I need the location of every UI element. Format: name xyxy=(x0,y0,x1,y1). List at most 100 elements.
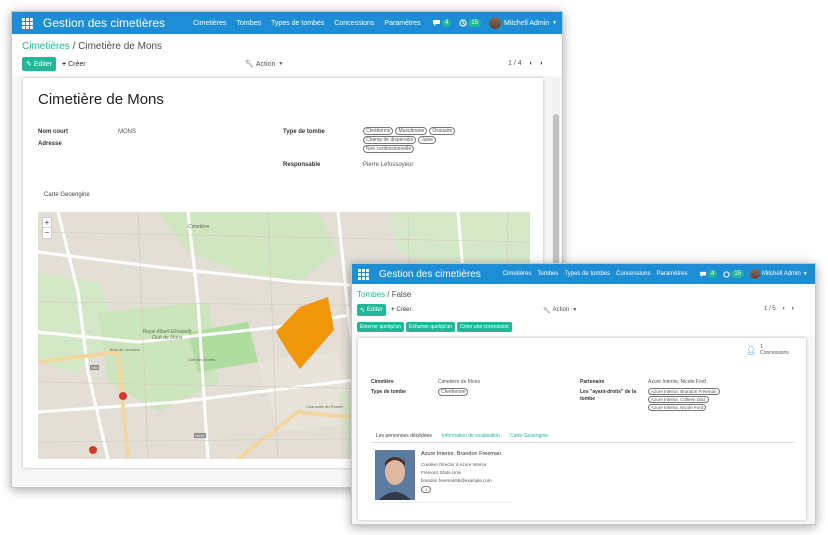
scrollbar-thumb[interactable] xyxy=(553,114,559,284)
menu-grave-types[interactable]: Types de tombes xyxy=(564,271,610,277)
action-dropdown[interactable]: 🔧︎ Action ▼ xyxy=(543,304,577,316)
app-title[interactable]: Gestion des cimetières xyxy=(379,269,481,280)
chat-count-badge: 4 xyxy=(442,19,452,27)
create-button-label: Créer xyxy=(396,307,412,313)
user-menu[interactable]: Mitchell Admin ▼ xyxy=(750,269,808,279)
cemetery-value[interactable]: Cimetière de Mons xyxy=(438,379,480,385)
apps-menu-icon[interactable] xyxy=(358,268,369,280)
breadcrumb-parent[interactable]: Cimetières xyxy=(22,41,70,52)
short-name-label: Nom court xyxy=(38,129,68,135)
rights-tag-nicole[interactable]: Azure Interior, Nicole Ford xyxy=(648,404,707,411)
chat-count-badge: 4 xyxy=(708,270,718,278)
manager-label: Responsable xyxy=(283,162,321,168)
create-button[interactable]: + Créer xyxy=(391,304,412,316)
tab-deceased-persons[interactable]: Les personnes décédées xyxy=(376,433,432,439)
pager-value[interactable]: 1 / 5 xyxy=(764,306,776,312)
grave-type-tag[interactable]: Chrétienne xyxy=(438,388,469,396)
manager-value[interactable]: Pierre Lefossoyeur xyxy=(363,162,413,168)
app-title[interactable]: Gestion des cimetières xyxy=(43,16,165,30)
partner-value[interactable]: Azure Interior, Nicole Ford xyxy=(648,379,706,385)
chat-icon[interactable]: 4 xyxy=(432,19,452,27)
menu-graves[interactable]: Tombes xyxy=(537,271,558,277)
edit-button-label: Editer xyxy=(367,307,383,313)
map-label-golf-club: Royal Albert Elisabeth Club de Mons xyxy=(142,329,192,341)
pager: 1 / 4 ‹ › xyxy=(508,60,542,67)
chevron-left-icon[interactable]: ‹ xyxy=(783,306,785,312)
map-zoom-control: + − xyxy=(42,217,52,239)
menu-concessions[interactable]: Concessions xyxy=(616,271,650,277)
action-dropdown[interactable]: 🔧︎ Action ▼ xyxy=(245,57,283,71)
notebook-tabs: Les personnes décédées Information de lo… xyxy=(376,433,548,439)
menu-concessions[interactable]: Concessions xyxy=(334,20,374,27)
rights-holders-tags: Azure Interior, Brandon Freeman Azure In… xyxy=(648,388,720,411)
chevron-right-icon[interactable]: › xyxy=(792,306,794,312)
pencil-icon: ✎ xyxy=(360,307,366,314)
user-avatar xyxy=(750,269,761,279)
person-email: brandon.freeman55@example.com xyxy=(421,478,492,483)
cemetery-label: Cimetière xyxy=(371,379,394,385)
chevron-right-icon[interactable]: › xyxy=(540,60,542,67)
zoom-out-button[interactable]: − xyxy=(43,228,51,238)
caret-down-icon: ▼ xyxy=(552,20,558,26)
breadcrumb: Cimetières / Cimetière de Mons xyxy=(22,41,162,52)
tag-non-confessional[interactable]: Non confessionnelle xyxy=(363,145,415,153)
map-label-chaussee: Chaussée du Roeulx xyxy=(306,404,344,409)
pager-value[interactable]: 1 / 4 xyxy=(508,60,522,67)
grave-window: Gestion des cimetières Cimetières Tombes… xyxy=(351,263,816,525)
breadcrumb-current: Cimetière de Mons xyxy=(78,41,163,52)
breadcrumb-parent[interactable]: Tombes xyxy=(357,290,385,299)
user-menu[interactable]: Mitchell Admin ▼ xyxy=(489,17,557,29)
breadcrumb: Tombes / False xyxy=(357,290,411,299)
activity-count-badge: 15 xyxy=(468,19,482,27)
caret-down-icon: ▼ xyxy=(278,61,284,67)
grave-form-sheet: 👤︎ 1 Concessions Cimetière Cimetière de … xyxy=(358,338,806,520)
action-dropdown-label: Action xyxy=(552,307,570,313)
tag-jewish[interactable]: Juive xyxy=(418,136,436,144)
tag-ossuary[interactable]: Ossuaire xyxy=(429,127,456,135)
activity-icon[interactable]: 15 xyxy=(723,270,745,278)
person-city: Fremont, États-Unis xyxy=(421,470,462,475)
tab-geoengine-map[interactable]: Carte Geoengine xyxy=(510,433,548,439)
edit-button[interactable]: ✎ Editer xyxy=(357,304,386,316)
chat-icon[interactable]: 4 xyxy=(699,270,718,278)
menu-settings[interactable]: Paramètres xyxy=(384,20,420,27)
tab-divider xyxy=(371,442,795,443)
person-card[interactable]: Azure Interior, Brandon Freeman Creative… xyxy=(373,448,513,503)
rights-tag-brandon[interactable]: Azure Interior, Brandon Freeman xyxy=(648,388,720,395)
caret-down-icon: ▼ xyxy=(802,271,808,277)
exhume-someone-button[interactable]: Exhumer quelqu'un xyxy=(405,322,455,332)
tag-muslim[interactable]: Musulmane xyxy=(395,127,428,135)
person-tag: 1 xyxy=(421,486,432,493)
grave-type-label: Type de tombe xyxy=(371,389,406,395)
tab-location-info[interactable]: Information de localisation xyxy=(442,433,500,439)
pager: 1 / 5 ‹ › xyxy=(764,306,794,312)
bury-someone-button[interactable]: Enterrer quelqu'un xyxy=(357,322,404,332)
menu-graves[interactable]: Tombes xyxy=(237,20,262,27)
tag-dispersion[interactable]: Champ de dispersion xyxy=(363,136,417,144)
activity-icon[interactable]: 15 xyxy=(459,19,482,27)
user-icon: 👤︎ xyxy=(746,345,757,355)
rights-tag-colleen[interactable]: Azure Interior, Colleen Diaz xyxy=(648,396,709,403)
chevron-left-icon[interactable]: ‹ xyxy=(530,60,532,67)
menu-grave-types[interactable]: Types de tombes xyxy=(271,20,324,27)
record-title: Cimetière de Mons xyxy=(38,91,164,108)
menu-cemeteries[interactable]: Cimetières xyxy=(503,271,532,277)
edit-button[interactable]: ✎ Editer xyxy=(22,57,57,71)
user-name: Mitchell Admin xyxy=(504,19,550,27)
wrench-icon: 🔧︎ xyxy=(543,307,551,314)
tag-christian[interactable]: Chrétienne xyxy=(363,127,394,135)
tab-geoengine-map[interactable]: Carte Geoengine xyxy=(44,192,90,198)
apps-menu-icon[interactable] xyxy=(22,17,33,29)
statusbar-buttons: Enterrer quelqu'un Exhumer quelqu'un Cré… xyxy=(357,322,512,332)
user-avatar xyxy=(489,17,502,29)
create-concession-button[interactable]: Créer une concession xyxy=(456,322,512,332)
menu-settings[interactable]: Paramètres xyxy=(656,271,687,277)
plus-icon: + xyxy=(391,307,395,313)
create-button[interactable]: + Créer xyxy=(62,57,86,71)
concessions-stat-button[interactable]: 👤︎ 1 Concessions xyxy=(746,344,789,356)
short-name-value: MONS xyxy=(118,129,136,135)
action-dropdown-label: Action xyxy=(255,60,276,68)
edit-button-label: Editer xyxy=(33,60,53,68)
zoom-in-button[interactable]: + xyxy=(43,218,51,228)
menu-cemeteries[interactable]: Cimetières xyxy=(193,20,226,27)
